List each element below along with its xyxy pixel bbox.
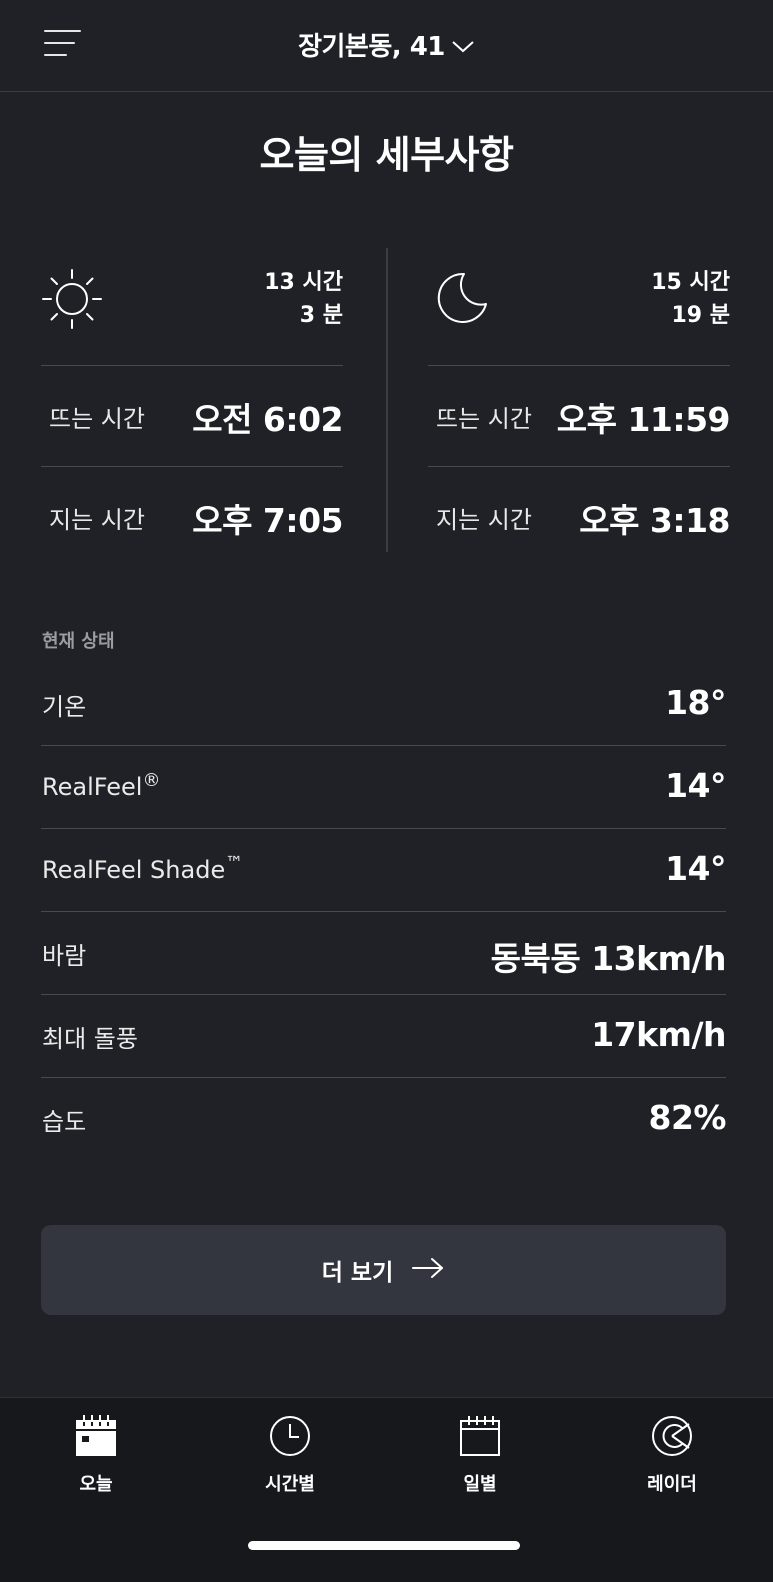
sun-duration-hours: 13 시간 (264, 270, 343, 295)
moon-panel: 15 시간 19 분 뜨는 시간 오후 11:59 지는 시간 오후 3:18 (428, 248, 731, 568)
realfeel-row: RealFeel® 14° (41, 746, 726, 829)
stat-value: 14° (665, 766, 726, 805)
nav-label: 시간별 (265, 1474, 315, 1495)
moonrise-row: 뜨는 시간 오후 11:59 (428, 366, 731, 467)
column-divider (386, 248, 388, 552)
stat-value: 14° (665, 849, 726, 888)
nav-label: 일별 (463, 1474, 497, 1495)
see-more-button[interactable]: 더 보기 (41, 1225, 726, 1315)
nav-tab-today[interactable]: 오늘 (36, 1414, 156, 1496)
wind-gust-row: 최대 돌풍 17km/h (41, 995, 726, 1078)
stat-value: 18° (665, 683, 726, 722)
sunset-row: 지는 시간 오후 7:05 (41, 467, 343, 568)
sunset-label: 지는 시간 (49, 506, 145, 534)
sun-duration-row: 13 시간 3 분 (41, 248, 343, 366)
stat-value: 17km/h (591, 1015, 726, 1054)
calendar-today-icon (36, 1414, 156, 1462)
humidity-row: 습도 82% (41, 1078, 726, 1161)
crescent-moon-icon (434, 270, 490, 330)
home-indicator[interactable] (248, 1541, 520, 1550)
clock-icon (230, 1414, 350, 1462)
stat-label: 기온 (42, 693, 87, 721)
sunrise-label: 뜨는 시간 (49, 405, 145, 433)
sun-duration-minutes: 3 분 (299, 303, 343, 328)
sunrise-time: 오전 6:02 (192, 400, 343, 439)
stat-value: 동북동 13km/h (490, 939, 727, 978)
see-more-label: 더 보기 (321, 1260, 394, 1286)
sun-icon (41, 268, 103, 334)
nav-label: 오늘 (79, 1474, 113, 1495)
moonset-label: 지는 시간 (436, 506, 532, 534)
moon-duration-row: 15 시간 19 분 (428, 248, 730, 366)
stat-value: 82% (648, 1098, 727, 1137)
stat-label: RealFeel Shade™ (42, 853, 244, 884)
sunrise-row: 뜨는 시간 오전 6:02 (41, 366, 343, 467)
current-conditions-label: 현재 상태 (42, 631, 115, 652)
moon-duration: 15 시간 19 분 (651, 266, 730, 332)
moonrise-time: 오후 11:59 (556, 400, 731, 439)
top-bar: 장기본동, 41 (0, 0, 773, 92)
moon-duration-hours: 15 시간 (651, 270, 730, 295)
calendar-icon (420, 1414, 540, 1462)
location-selector[interactable]: 장기본동, 41 (0, 26, 773, 63)
moonset-row: 지는 시간 오후 3:18 (428, 467, 730, 568)
current-conditions-list: 기온 18° RealFeel® 14° RealFeel Shade™ 14°… (41, 663, 727, 1161)
trademark-mark: ™ (225, 853, 244, 874)
wind-row: 바람 동북동 13km/h (41, 912, 727, 995)
moonset-time: 오후 3:18 (579, 501, 730, 540)
stat-label: 바람 (42, 942, 87, 970)
bottom-nav: 오늘 시간별 일별 레이더 (0, 1397, 773, 1582)
sun-panel: 13 시간 3 분 뜨는 시간 오전 6:02 지는 시간 오후 7:05 (41, 248, 343, 568)
sun-duration: 13 시간 3 분 (264, 266, 343, 332)
stat-label: RealFeel® (42, 770, 161, 801)
nav-tab-radar[interactable]: 레이더 (612, 1414, 732, 1496)
arrow-right-icon (411, 1257, 445, 1283)
page-title: 오늘의 세부사항 (259, 133, 514, 177)
realfeel-shade-row: RealFeel Shade™ 14° (41, 829, 726, 912)
nav-tab-daily[interactable]: 일별 (420, 1414, 540, 1496)
sunset-time: 오후 7:05 (192, 501, 343, 540)
moonrise-label: 뜨는 시간 (436, 405, 532, 433)
nav-tab-hourly[interactable]: 시간별 (230, 1414, 350, 1496)
location-name: 장기본동, 41 (298, 32, 445, 62)
stat-label: 최대 돌풍 (42, 1025, 138, 1053)
chevron-down-icon (451, 31, 475, 61)
temperature-row: 기온 18° (41, 663, 726, 746)
stat-label: 습도 (42, 1108, 87, 1136)
radar-icon (612, 1414, 732, 1462)
registered-mark: ® (142, 770, 161, 791)
nav-label: 레이더 (647, 1474, 697, 1495)
moon-duration-minutes: 19 분 (671, 303, 730, 328)
